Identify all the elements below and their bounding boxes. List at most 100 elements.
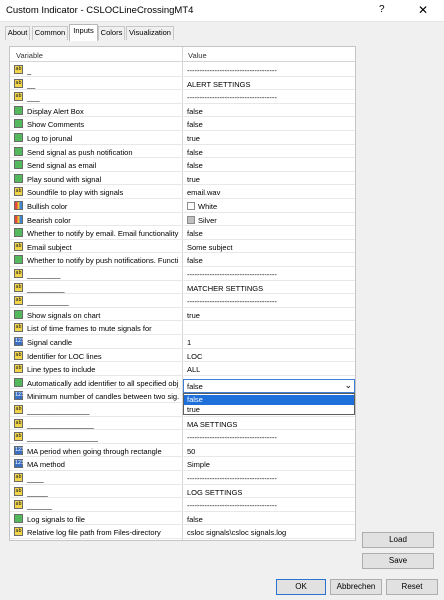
input-row[interactable]: Show signals on chart true (10, 308, 355, 322)
input-value[interactable]: false (187, 148, 352, 157)
input-value[interactable]: MA SETTINGS (187, 420, 352, 429)
input-value[interactable]: LOG SETTINGS (187, 488, 352, 497)
input-row[interactable]: Log signals to file false (10, 512, 355, 526)
input-row[interactable]: Log to jorunal true (10, 131, 355, 145)
input-row[interactable]: ab __ ALERT SETTINGS (10, 77, 355, 91)
input-row[interactable]: ab _____ LOG SETTINGS (10, 485, 355, 499)
input-value[interactable]: ------------------------------------ (187, 297, 352, 306)
bool-type-icon (14, 160, 23, 170)
input-row[interactable]: ab __________ ----------------------------… (10, 294, 355, 308)
tab-about[interactable]: About (5, 26, 30, 40)
input-value[interactable]: false (187, 256, 352, 265)
input-row[interactable]: 123 MA method Simple (10, 457, 355, 471)
reset-button[interactable]: Reset (386, 579, 438, 595)
input-value[interactable]: true (187, 175, 352, 184)
dropdown-option-true[interactable]: true (184, 405, 354, 415)
input-value[interactable]: true (187, 311, 352, 320)
tab-colors[interactable]: Colors (98, 26, 125, 40)
input-value[interactable]: 1 (187, 338, 352, 347)
ab-type-icon: ab (14, 65, 23, 74)
input-variable: Bullish color (27, 202, 68, 211)
load-button[interactable]: Load (362, 532, 434, 548)
input-row[interactable]: Whether to notify by push notifications.… (10, 253, 355, 267)
save-button[interactable]: Save (362, 553, 434, 569)
cancel-button[interactable]: Abbrechen (330, 579, 382, 595)
input-row[interactable]: ab List of time frames to mute signals fo… (10, 321, 355, 335)
input-row[interactable]: ab _________________ ---------------------… (10, 430, 355, 444)
input-row[interactable]: ab ____ ----------------------------------… (10, 471, 355, 485)
ab-type-icon: ab (14, 418, 23, 428)
input-value[interactable]: 50 (187, 447, 352, 456)
ab-type-icon: ab (14, 296, 23, 306)
input-value[interactable]: ALERT SETTINGS (187, 80, 352, 89)
input-variable: Minimum number of candles between two si… (27, 392, 179, 402)
input-variable: ______ (27, 501, 53, 511)
tab-visualization[interactable]: Visualization (126, 26, 174, 40)
bool-type-icon (14, 146, 23, 156)
close-button[interactable]: ✕ (418, 3, 428, 17)
input-row[interactable]: ab ______ --------------------------------… (10, 498, 355, 512)
input-value[interactable]: true (187, 134, 352, 143)
input-row[interactable]: ab Line types to include ALL (10, 362, 355, 376)
input-row[interactable]: Send signal as push notification false (10, 145, 355, 159)
input-row[interactable]: Play sound with signal true (10, 172, 355, 186)
input-value[interactable]: MATCHER SETTINGS (187, 284, 352, 293)
input-variable: Bearish color (27, 215, 71, 225)
input-row[interactable]: ab Email subject Some subject (10, 240, 355, 254)
input-row[interactable]: Display Alert Box false (10, 104, 355, 118)
input-value[interactable]: ------------------------------------ (187, 66, 352, 75)
input-value[interactable]: email.wav (187, 188, 352, 197)
input-row[interactable]: Whether to notify by email. Email functi… (10, 226, 355, 240)
input-value[interactable]: Some subject (187, 243, 352, 252)
tab-common[interactable]: Common (32, 26, 68, 40)
ab-type-icon: ab (14, 323, 23, 333)
input-row[interactable]: Bullish color White (10, 199, 355, 213)
input-variable: Soundfile to play with signals (27, 188, 124, 198)
input-variable: ____ (27, 474, 44, 483)
input-row[interactable]: 123 MA period when going through rectangl… (10, 444, 355, 458)
input-value[interactable]: false (187, 229, 352, 238)
bool-type-icon (14, 513, 23, 523)
input-row[interactable]: ab _________ MATCHER SETTINGS (10, 281, 355, 295)
input-value[interactable]: ------------------------------------ (187, 433, 352, 442)
ab-type-icon: ab (14, 473, 23, 482)
ab-type-icon: ab (14, 500, 23, 510)
input-variable: Send signal as push notification (27, 147, 133, 157)
input-row[interactable]: ab ________________ MA SETTINGS (10, 417, 355, 431)
input-value[interactable]: Simple (187, 460, 352, 469)
help-button[interactable]: ? (379, 4, 385, 15)
input-row[interactable]: ab _ ------------------------------------ (10, 63, 355, 77)
tab-inputs[interactable]: Inputs (69, 24, 98, 41)
value-dropdown[interactable]: false ⌄ (183, 379, 355, 393)
input-value[interactable]: ALL (187, 365, 352, 374)
input-value[interactable]: White (187, 202, 352, 211)
chevron-down-icon[interactable]: ⌄ (344, 380, 352, 391)
input-row[interactable]: Bearish color Silver (10, 213, 355, 227)
input-value[interactable]: ------------------------------------ (187, 474, 352, 483)
input-row[interactable]: ab ___ -----------------------------------… (10, 90, 355, 104)
input-row[interactable]: ab Identifier for LOC lines LOC (10, 349, 355, 363)
input-value[interactable]: false (187, 161, 352, 170)
input-row[interactable]: ab Relative log file path from Files-dire… (10, 525, 355, 539)
input-variable: Line types to include (27, 365, 96, 375)
input-row[interactable]: ab Soundfile to play with signals email.wa… (10, 185, 355, 199)
input-value[interactable]: ------------------------------------ (187, 93, 352, 102)
input-variable: ________________ (27, 419, 94, 429)
input-value[interactable]: false (187, 120, 352, 129)
dropdown-option-false[interactable]: false (184, 395, 354, 405)
input-value[interactable]: ------------------------------------ (187, 270, 352, 279)
input-row[interactable]: 123 Signal candle 1 (10, 335, 355, 349)
input-row[interactable]: ab ________ ------------------------------… (10, 267, 355, 281)
input-value[interactable]: Silver (187, 215, 352, 225)
ok-button[interactable]: OK (276, 579, 326, 595)
input-value[interactable]: ------------------------------------ (187, 501, 352, 510)
input-variable: List of time frames to mute signals for (27, 324, 152, 334)
input-value[interactable]: csloc signals\csloc signals.log (187, 528, 352, 537)
ab-type-icon: ab (14, 350, 23, 360)
input-row[interactable]: Send signal as email false (10, 158, 355, 172)
input-value[interactable]: false (187, 107, 352, 116)
input-value[interactable]: LOC (187, 352, 352, 361)
input-row[interactable]: Show Comments false (10, 117, 355, 131)
input-value[interactable]: false (187, 515, 352, 524)
ab-type-icon: ab (14, 282, 23, 292)
